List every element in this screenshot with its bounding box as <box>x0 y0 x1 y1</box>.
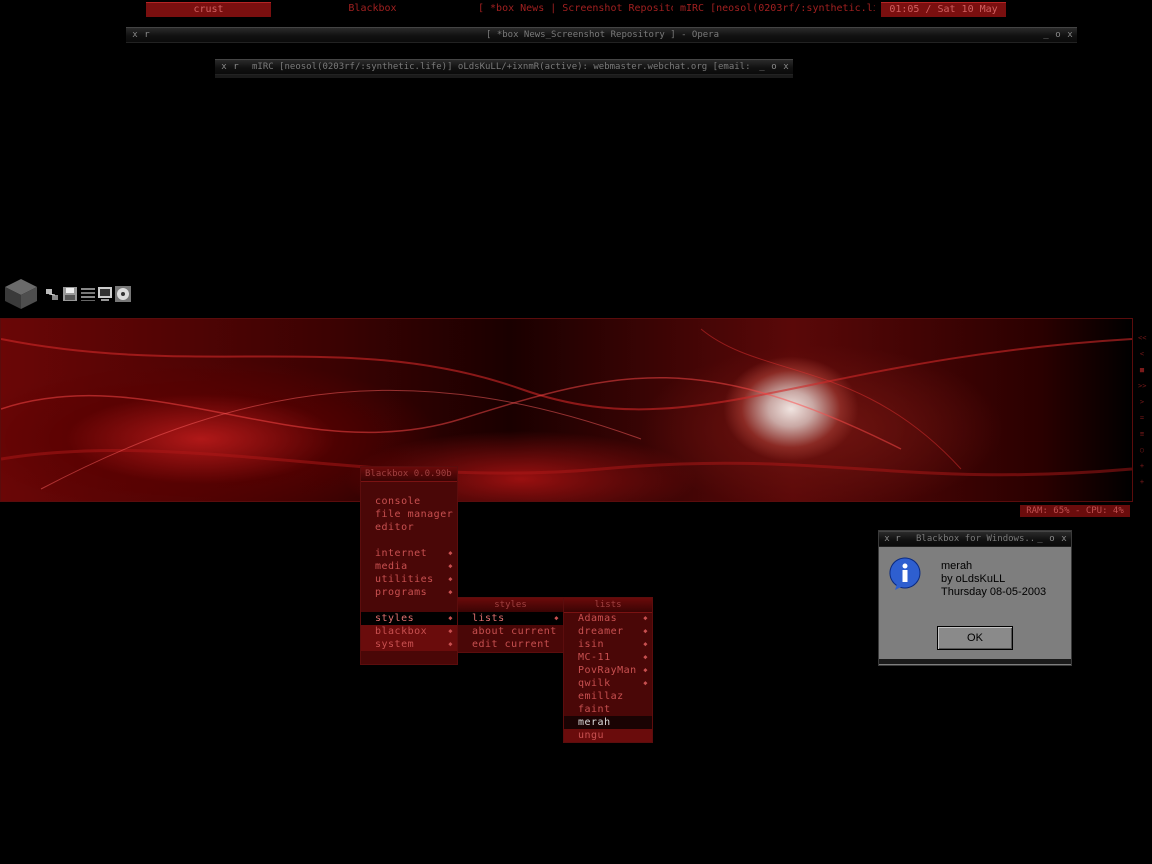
menu-item-internet[interactable]: internet ◆ <box>361 547 457 560</box>
dialog-author: by oLdsKuLL <box>941 573 1006 585</box>
maximize-button[interactable]: o <box>1053 28 1063 42</box>
window-stick-button[interactable]: r <box>893 532 903 546</box>
wallpaper-banner <box>0 318 1133 502</box>
styles-menu-title: styles <box>458 598 563 613</box>
opera-window-titlebar[interactable]: x r [ *box News_Screenshot Repository ] … <box>126 27 1077 43</box>
submenu-arrow-icon: ◆ <box>448 640 453 648</box>
window-shade-button[interactable]: x <box>882 532 892 546</box>
indicator[interactable]: >> <box>1138 382 1146 390</box>
wallpaper-swirls <box>1 328 1132 490</box>
info-icon <box>889 557 921 590</box>
network-icon[interactable] <box>44 286 60 302</box>
root-menu: Blackbox 0.0.90b console file manager ed… <box>360 466 458 665</box>
maximize-button[interactable]: o <box>1047 532 1057 546</box>
menu-item-editor[interactable]: editor <box>361 521 457 534</box>
menu-item-merah[interactable]: merah <box>564 716 652 729</box>
indicator[interactable]: ■ <box>1138 366 1146 374</box>
mirc-window-border <box>215 75 793 78</box>
window-shade-button[interactable]: x <box>130 28 140 42</box>
dialog-title: Blackbox for Windows... <box>916 534 1036 544</box>
indicator[interactable]: = <box>1138 414 1146 422</box>
styles-menu: styles lists ◆ about current edit current <box>457 597 564 653</box>
indicator[interactable]: << <box>1138 334 1146 342</box>
submenu-arrow-icon: ◆ <box>448 614 453 622</box>
monitor-icon[interactable] <box>97 286 113 302</box>
menu-item-about-current[interactable]: about current <box>458 625 563 638</box>
submenu-arrow-icon: ◆ <box>643 614 648 622</box>
toolbar-app-name: Blackbox <box>348 3 397 14</box>
submenu-arrow-icon: ◆ <box>643 627 648 635</box>
menu-item-styles[interactable]: styles ◆ <box>361 612 457 625</box>
window-shade-button[interactable]: x <box>219 60 229 74</box>
menu-item-system[interactable]: system ◆ <box>361 638 457 651</box>
root-menu-title: Blackbox 0.0.90b <box>361 467 457 482</box>
save-icon[interactable] <box>62 286 78 302</box>
menu-item-qwilk[interactable]: qwilk ◆ <box>564 677 652 690</box>
close-button[interactable]: x <box>781 60 791 74</box>
submenu-arrow-icon: ◆ <box>643 679 648 687</box>
disc-icon[interactable] <box>115 286 131 302</box>
indicator[interactable]: ○ <box>1138 446 1146 454</box>
menu-item-emillaz[interactable]: emillaz <box>564 690 652 703</box>
submenu-arrow-icon: ◆ <box>554 614 559 622</box>
indicator[interactable]: > <box>1138 398 1146 406</box>
menu-item-adamas[interactable]: Adamas ◆ <box>564 612 652 625</box>
lists-menu-title: lists <box>564 598 652 613</box>
opera-window-title: [ *box News_Screenshot Repository ] - Op… <box>486 30 719 40</box>
clock: 01:05 / Sat 10 May <box>881 2 1006 17</box>
window-stick-button[interactable]: r <box>231 60 241 74</box>
menu-item-utilities[interactable]: utilities ◆ <box>361 573 457 586</box>
menu-item-mc-11[interactable]: MC-11 ◆ <box>564 651 652 664</box>
lists-menu: lists Adamas ◆ dreamer ◆ isin ◆ MC-11 ◆ PovR… <box>563 597 653 743</box>
ok-button[interactable]: OK <box>937 626 1013 650</box>
submenu-arrow-icon: ◆ <box>643 640 648 648</box>
indicator[interactable]: + <box>1138 462 1146 470</box>
indicator[interactable]: + <box>1138 478 1146 486</box>
menu-item-programs[interactable]: programs ◆ <box>361 586 457 599</box>
mirc-window-title: mIRC [neosol(0203rf/:synthetic.life)] oL… <box>252 62 752 72</box>
dialog-titlebar[interactable]: x r Blackbox for Windows... _ o x <box>879 531 1071 547</box>
submenu-arrow-icon: ◆ <box>448 549 453 557</box>
minimize-button[interactable]: _ <box>757 60 767 74</box>
menu-item-lists[interactable]: lists ◆ <box>458 612 563 625</box>
minimize-button[interactable]: _ <box>1035 532 1045 546</box>
menu-item-ungu[interactable]: ungu <box>564 729 652 742</box>
menu-item-console[interactable]: console <box>361 495 457 508</box>
menu-item-file-manager[interactable]: file manager <box>361 508 457 521</box>
dialog-bottom-border <box>879 659 1071 664</box>
dialog-date: Thursday 08-05-2003 <box>941 586 1047 598</box>
dialog-style-name: merah <box>941 560 973 572</box>
submenu-arrow-icon: ◆ <box>448 575 453 583</box>
menu-item-povrayman[interactable]: PovRayMan ◆ <box>564 664 652 677</box>
indicator[interactable]: ≡ <box>1138 430 1146 438</box>
minimize-button[interactable]: _ <box>1041 28 1051 42</box>
blackbox-cube-icon[interactable] <box>4 278 38 310</box>
submenu-arrow-icon: ◆ <box>643 653 648 661</box>
window-stick-button[interactable]: r <box>142 28 152 42</box>
workspace-label[interactable]: crust <box>146 2 271 17</box>
close-button[interactable]: x <box>1065 28 1075 42</box>
submenu-arrow-icon: ◆ <box>448 588 453 596</box>
list-icon[interactable] <box>80 286 96 302</box>
menu-item-edit-current[interactable]: edit current <box>458 638 563 651</box>
mirc-window-titlebar[interactable]: x r mIRC [neosol(0203rf/:synthetic.life)… <box>215 59 793 75</box>
close-button[interactable]: x <box>1059 532 1069 546</box>
menu-item-media[interactable]: media ◆ <box>361 560 457 573</box>
indicator[interactable]: < <box>1138 350 1146 358</box>
menu-item-isin[interactable]: isin ◆ <box>564 638 652 651</box>
about-dialog: x r Blackbox for Windows... _ o x merah … <box>878 530 1072 666</box>
submenu-arrow-icon: ◆ <box>643 666 648 674</box>
menu-item-blackbox[interactable]: blackbox ◆ <box>361 625 457 638</box>
maximize-button[interactable]: o <box>769 60 779 74</box>
task-mirc[interactable]: mIRC [neosol(0203rf/:synthetic.life]... <box>680 2 875 16</box>
ram-cpu-label: RAM: 65% - CPU: 4% <box>1020 505 1130 517</box>
submenu-arrow-icon: ◆ <box>448 627 453 635</box>
task-opera[interactable]: [ *box News | Screenshot Repositor... <box>478 2 673 16</box>
menu-item-dreamer[interactable]: dreamer ◆ <box>564 625 652 638</box>
submenu-arrow-icon: ◆ <box>448 562 453 570</box>
menu-item-faint[interactable]: faint <box>564 703 652 716</box>
